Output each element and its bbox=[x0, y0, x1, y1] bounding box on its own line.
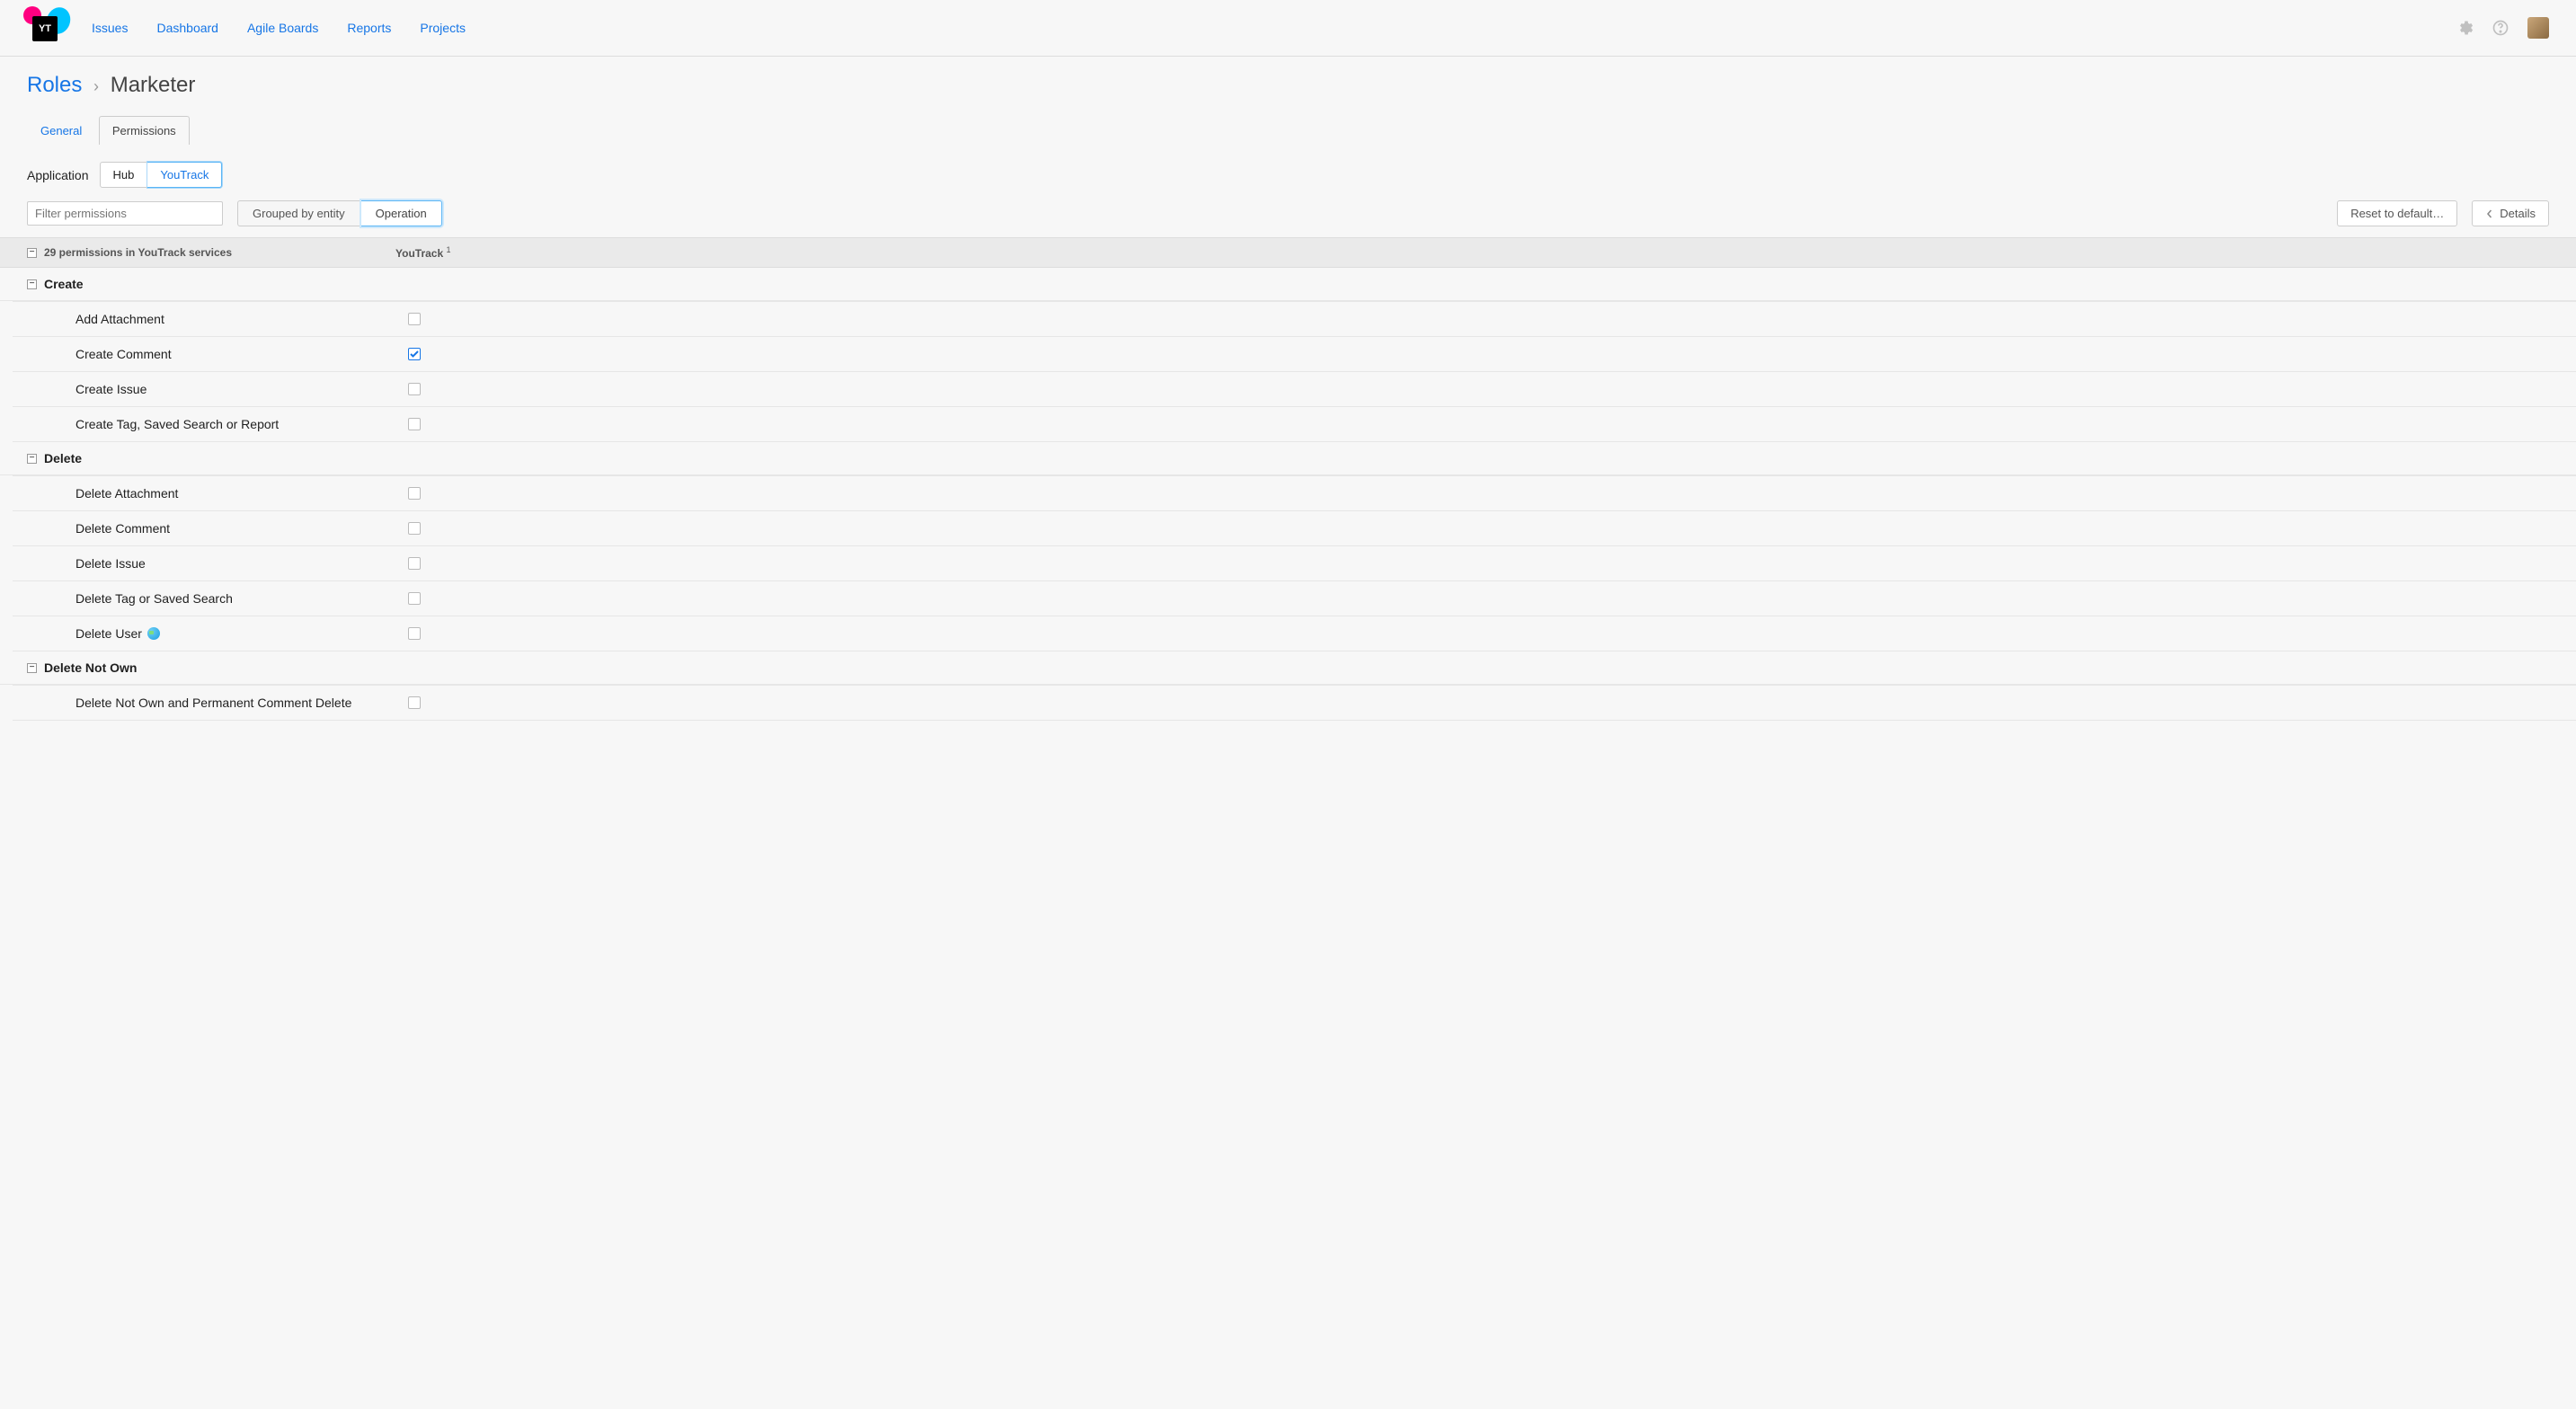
permission-checkbox[interactable] bbox=[408, 418, 421, 430]
breadcrumb-roles[interactable]: Roles bbox=[27, 73, 82, 97]
nav-reports[interactable]: Reports bbox=[347, 21, 391, 35]
permission-label: Delete Issue bbox=[76, 556, 146, 571]
permission-checkbox[interactable] bbox=[408, 348, 421, 360]
table-header: − 29 permissions in YouTrack services Yo… bbox=[0, 237, 2576, 268]
group-row[interactable]: −Delete Not Own bbox=[0, 651, 2576, 685]
group-by-entity[interactable]: Grouped by entity bbox=[237, 200, 360, 226]
app-youtrack[interactable]: YouTrack bbox=[147, 162, 222, 188]
help-icon[interactable] bbox=[2492, 19, 2509, 37]
application-label: Application bbox=[27, 168, 89, 182]
permission-checkbox[interactable] bbox=[408, 487, 421, 500]
permission-row: Delete Tag or Saved Search bbox=[13, 581, 2576, 616]
permission-label: Create Issue bbox=[76, 382, 147, 396]
nav-links: Issues Dashboard Agile Boards Reports Pr… bbox=[92, 21, 466, 35]
collapse-icon[interactable]: − bbox=[27, 279, 37, 289]
youtrack-logo[interactable]: YT bbox=[27, 9, 65, 47]
app-hub[interactable]: Hub bbox=[100, 162, 148, 188]
application-toolbar: Application Hub YouTrack bbox=[27, 162, 2549, 188]
tabs: General Permissions bbox=[27, 116, 2549, 146]
header-right bbox=[2456, 17, 2549, 39]
permission-label: Delete Not Own and Permanent Comment Del… bbox=[76, 696, 351, 710]
column-youtrack: YouTrack bbox=[395, 247, 443, 260]
group-name: Delete Not Own bbox=[44, 660, 137, 675]
gear-icon[interactable] bbox=[2456, 19, 2474, 37]
permission-checkbox[interactable] bbox=[408, 383, 421, 395]
group-name: Delete bbox=[44, 451, 82, 465]
right-buttons: Reset to default… Details bbox=[2337, 200, 2549, 226]
permission-row: Delete Comment bbox=[13, 511, 2576, 546]
logo-text: YT bbox=[32, 16, 58, 41]
globe-icon bbox=[147, 627, 160, 640]
group-by-operation[interactable]: Operation bbox=[361, 200, 442, 226]
permission-row: Delete User bbox=[13, 616, 2576, 651]
collapse-icon[interactable]: − bbox=[27, 663, 37, 673]
column-youtrack-sup: 1 bbox=[446, 245, 450, 254]
permissions-count: 29 permissions in YouTrack services bbox=[44, 246, 232, 259]
breadcrumb: Roles › Marketer bbox=[0, 57, 2576, 107]
permission-row: Create Comment bbox=[13, 337, 2576, 372]
breadcrumb-sep: › bbox=[93, 77, 99, 95]
permission-row: Create Issue bbox=[13, 372, 2576, 407]
permission-label: Delete Tag or Saved Search bbox=[76, 591, 233, 606]
permissions-body: −CreateAdd AttachmentCreate CommentCreat… bbox=[0, 268, 2576, 721]
permission-row: Create Tag, Saved Search or Report bbox=[13, 407, 2576, 442]
nav-issues[interactable]: Issues bbox=[92, 21, 128, 35]
nav-dashboard[interactable]: Dashboard bbox=[156, 21, 218, 35]
top-header: YT Issues Dashboard Agile Boards Reports… bbox=[0, 0, 2576, 57]
collapse-all-icon[interactable]: − bbox=[27, 248, 37, 258]
application-toggle: Hub YouTrack bbox=[100, 162, 223, 188]
nav-agile-boards[interactable]: Agile Boards bbox=[247, 21, 318, 35]
permission-row: Delete Not Own and Permanent Comment Del… bbox=[13, 685, 2576, 721]
permission-label: Delete User bbox=[76, 626, 142, 641]
chevron-left-icon bbox=[2485, 209, 2494, 218]
group-row[interactable]: −Create bbox=[0, 268, 2576, 301]
permission-checkbox[interactable] bbox=[408, 627, 421, 640]
permission-checkbox[interactable] bbox=[408, 592, 421, 605]
filter-input[interactable] bbox=[27, 201, 223, 226]
permission-label: Create Tag, Saved Search or Report bbox=[76, 417, 279, 431]
permission-checkbox[interactable] bbox=[408, 696, 421, 709]
breadcrumb-current: Marketer bbox=[111, 73, 196, 97]
collapse-icon[interactable]: − bbox=[27, 454, 37, 464]
avatar[interactable] bbox=[2527, 17, 2549, 39]
reset-button[interactable]: Reset to default… bbox=[2337, 200, 2457, 226]
permission-label: Add Attachment bbox=[76, 312, 164, 326]
group-name: Create bbox=[44, 277, 84, 291]
group-row[interactable]: −Delete bbox=[0, 442, 2576, 475]
tab-permissions[interactable]: Permissions bbox=[99, 116, 190, 145]
filter-toolbar: Grouped by entity Operation Reset to def… bbox=[27, 200, 2549, 226]
permission-label: Delete Attachment bbox=[76, 486, 178, 501]
permission-row: Delete Attachment bbox=[13, 475, 2576, 511]
permission-checkbox[interactable] bbox=[408, 557, 421, 570]
permission-checkbox[interactable] bbox=[408, 522, 421, 535]
grouping-toggle: Grouped by entity Operation bbox=[237, 200, 442, 226]
nav-projects[interactable]: Projects bbox=[420, 21, 466, 35]
permission-row: Add Attachment bbox=[13, 301, 2576, 337]
permission-checkbox[interactable] bbox=[408, 313, 421, 325]
details-button[interactable]: Details bbox=[2472, 200, 2549, 226]
permission-row: Delete Issue bbox=[13, 546, 2576, 581]
permission-label: Delete Comment bbox=[76, 521, 170, 536]
details-label: Details bbox=[2500, 207, 2536, 220]
tab-general[interactable]: General bbox=[27, 116, 95, 145]
permission-label: Create Comment bbox=[76, 347, 172, 361]
